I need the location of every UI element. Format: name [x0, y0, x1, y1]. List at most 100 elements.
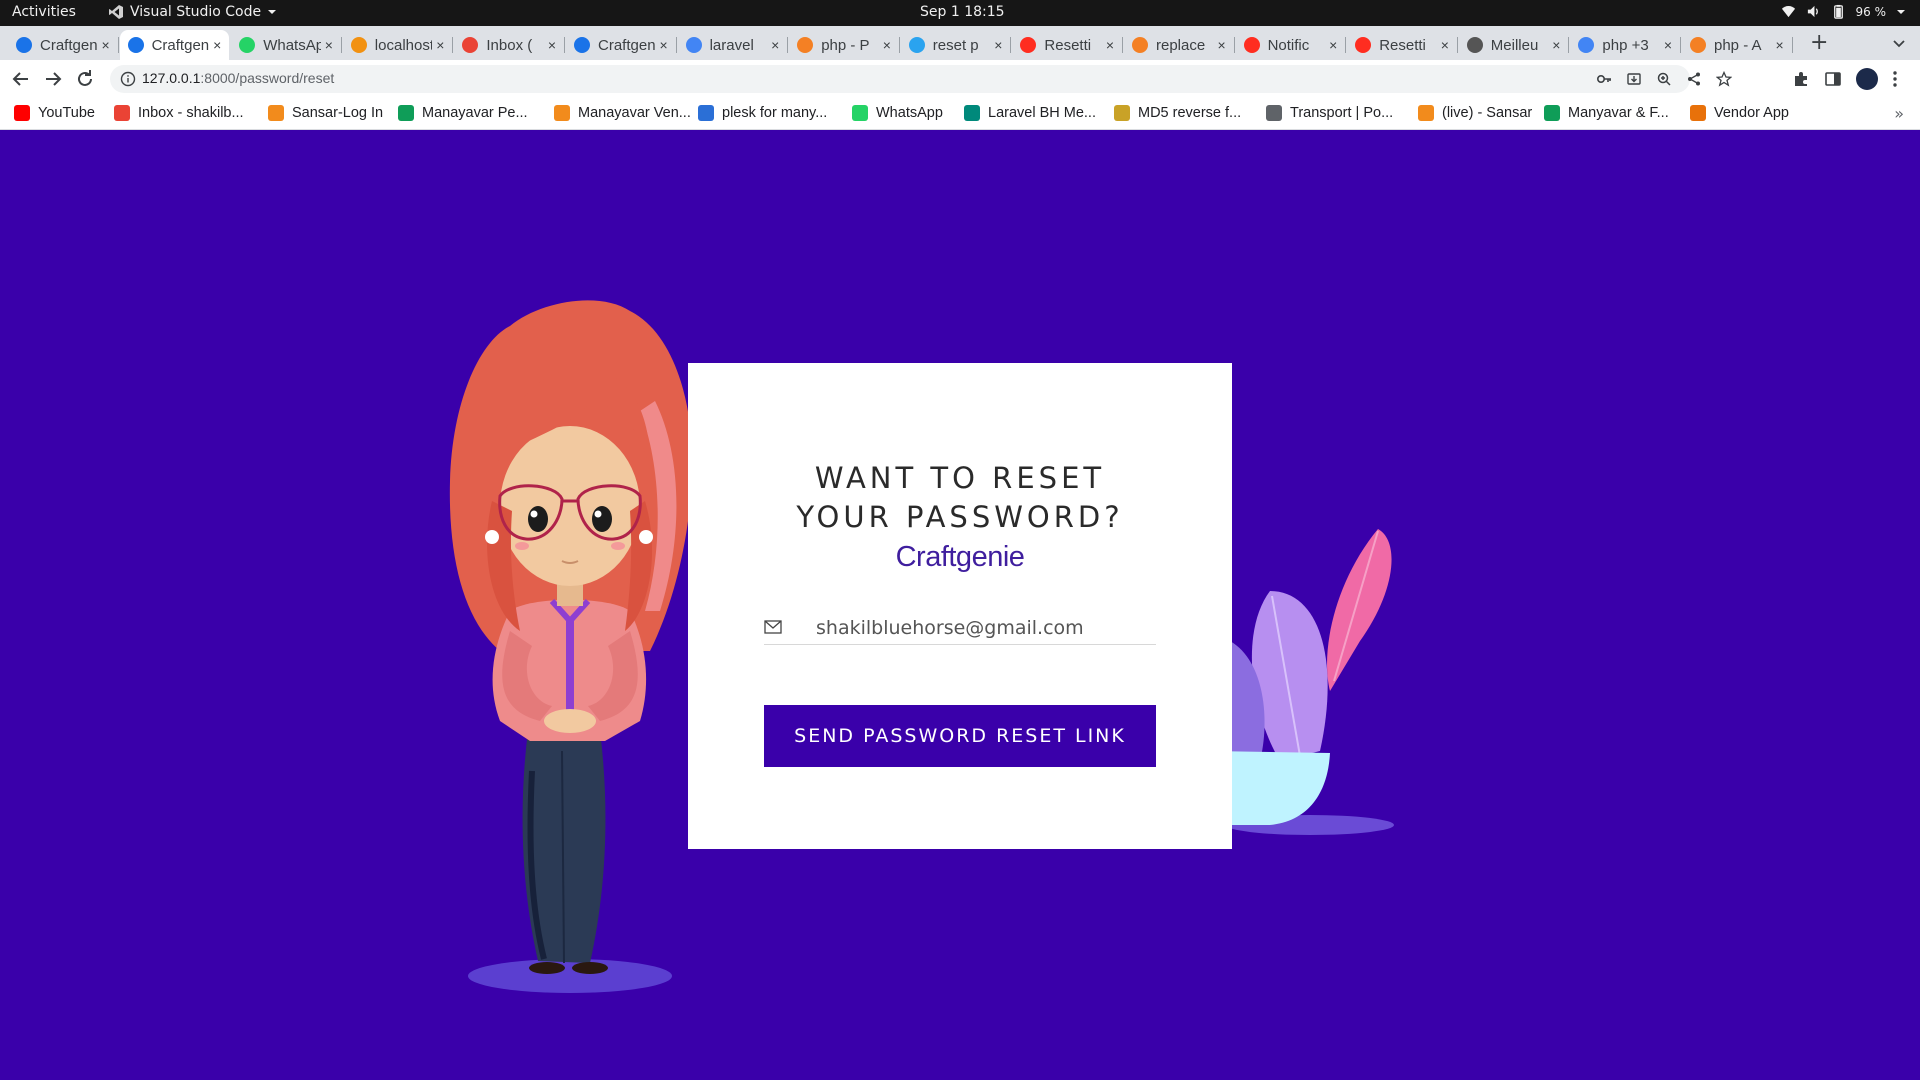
tab-1[interactable]: Craftgenie×: [8, 30, 119, 60]
bookmark-5[interactable]: Manayavar Ven...: [554, 105, 691, 121]
tab-close-icon[interactable]: ×: [1772, 37, 1788, 53]
tab-label: Meilleu: [1490, 36, 1539, 54]
bookmark-6[interactable]: plesk for many...: [698, 105, 827, 121]
google-icon: [685, 37, 702, 53]
bookmark-star-icon[interactable]: [1716, 71, 1732, 87]
url-host: 127.0.0.1: [142, 70, 201, 86]
send-reset-link-button[interactable]: SEND PASSWORD RESET LINK: [764, 705, 1156, 767]
meet-icon: [964, 105, 980, 121]
tab-close-icon[interactable]: ×: [98, 37, 114, 53]
page-viewport: WANT TO RESET YOUR PASSWORD? Craftgenie …: [0, 131, 1920, 1080]
tab-2[interactable]: Craftgenie×: [119, 30, 230, 60]
tab-close-icon[interactable]: ×: [1437, 37, 1453, 53]
install-app-icon[interactable]: [1626, 71, 1642, 87]
bookmark-10[interactable]: Transport | Po...: [1266, 105, 1393, 121]
profile-avatar[interactable]: [1856, 68, 1878, 90]
tab-label: Craftgenie: [151, 36, 210, 54]
back-icon[interactable]: [10, 68, 32, 90]
address-bar[interactable]: 127.0.0.1:8000/password/reset: [110, 65, 1732, 93]
title-line-2: YOUR PASSWORD?: [796, 500, 1124, 534]
tab-label: WhatsApp: [263, 36, 321, 54]
phpmyadmin-icon: [350, 37, 367, 53]
side-panel-icon[interactable]: [1824, 70, 1842, 88]
bookmark-1[interactable]: YouTube: [14, 105, 95, 121]
bookmark-2[interactable]: Inbox - shakilb...: [114, 105, 244, 121]
tab-separator: [452, 37, 454, 53]
bookmark-label: MD5 reverse f...: [1138, 105, 1242, 121]
tab-close-icon[interactable]: ×: [321, 37, 337, 53]
menu-kebab-icon[interactable]: [1892, 70, 1898, 88]
bookmark-8[interactable]: Laravel BH Me...: [964, 105, 1096, 121]
tab-label: reset p: [932, 36, 979, 54]
tab-8[interactable]: php - P ×: [789, 30, 900, 60]
tab-close-icon[interactable]: ×: [656, 37, 672, 53]
stackoverflow-icon: [1132, 37, 1148, 53]
tab-separator: [1791, 37, 1793, 53]
woman-illustration: [449, 300, 693, 993]
tab-strip: Craftgenie×Craftgenie×WhatsApp×localhost…: [0, 26, 1920, 60]
new-tab-button[interactable]: +: [1810, 30, 1828, 55]
tab-close-icon[interactable]: ×: [432, 37, 448, 53]
tab-close-icon[interactable]: ×: [1214, 37, 1230, 53]
extensions-icon[interactable]: [1792, 70, 1810, 88]
bookmark-9[interactable]: MD5 reverse f...: [1114, 105, 1241, 121]
clock[interactable]: Sep 1 18:15: [920, 4, 1005, 20]
tab-14[interactable]: Meilleu ×: [1459, 30, 1570, 60]
tab-close-icon[interactable]: ×: [209, 37, 225, 53]
youtube-icon: [14, 105, 30, 121]
bookmark-7[interactable]: WhatsApp: [852, 105, 943, 121]
browser-toolbar: 127.0.0.1:8000/password/reset: [0, 60, 1920, 98]
bookmark-4[interactable]: Manayavar Pe...: [398, 105, 528, 121]
tab-close-icon[interactable]: ×: [1325, 37, 1341, 53]
tab-close-icon[interactable]: ×: [767, 37, 783, 53]
tab-separator: [1456, 37, 1458, 53]
app-menu[interactable]: Visual Studio Code: [108, 4, 277, 20]
email-field[interactable]: [764, 615, 1156, 645]
tab-close-icon[interactable]: ×: [1548, 37, 1564, 53]
bookmark-12[interactable]: Manyavar & F...: [1544, 105, 1669, 121]
email-input[interactable]: [816, 615, 1146, 641]
forward-icon[interactable]: [42, 68, 64, 90]
tab-close-icon[interactable]: ×: [1660, 37, 1676, 53]
bookmark-label: Laravel BH Me...: [988, 105, 1096, 121]
system-tray[interactable]: 96 %: [1781, 4, 1907, 19]
tab-15[interactable]: php +3 ×: [1570, 30, 1681, 60]
tab-10[interactable]: Resetti ×: [1012, 30, 1123, 60]
bookmarks-overflow-icon[interactable]: »: [1894, 104, 1904, 123]
tab-close-icon[interactable]: ×: [1102, 37, 1118, 53]
site-icon: [1466, 37, 1483, 53]
activities-button[interactable]: Activities: [12, 4, 76, 20]
tab-separator: [563, 37, 565, 53]
bookmark-3[interactable]: Sansar-Log In: [268, 105, 383, 121]
tab-search-icon[interactable]: [1892, 36, 1906, 50]
tab-12[interactable]: Notific ×: [1236, 30, 1347, 60]
vscode-icon: [109, 5, 123, 19]
bookmark-11[interactable]: (live) - Sansar: [1418, 105, 1532, 121]
tab-7[interactable]: laravel ×: [678, 30, 789, 60]
zoom-icon[interactable]: [1656, 71, 1672, 87]
tab-close-icon[interactable]: ×: [544, 37, 560, 53]
bookmark-13[interactable]: Vendor App: [1690, 105, 1789, 121]
tab-9[interactable]: reset p ×: [901, 30, 1012, 60]
password-key-icon[interactable]: [1596, 71, 1612, 87]
tab-close-icon[interactable]: ×: [990, 37, 1006, 53]
tab-separator: [117, 37, 119, 53]
tab-separator: [340, 37, 342, 53]
tab-close-icon[interactable]: ×: [879, 37, 895, 53]
craftgenie-icon: [574, 37, 590, 53]
reload-icon[interactable]: [74, 68, 96, 90]
tab-3[interactable]: WhatsApp×: [231, 30, 342, 60]
url-text[interactable]: 127.0.0.1:8000/password/reset: [142, 70, 334, 86]
site-info-icon[interactable]: [120, 71, 136, 87]
tab-16[interactable]: php - A ×: [1682, 30, 1793, 60]
share-icon[interactable]: [1686, 71, 1702, 87]
tab-11[interactable]: replace ×: [1124, 30, 1235, 60]
laravel-icon: [1243, 37, 1260, 53]
plesk-icon: [698, 105, 714, 121]
envelope-icon: [764, 620, 782, 634]
tab-6[interactable]: Craftgenie×: [566, 30, 677, 60]
volume-icon: [1807, 5, 1818, 18]
tab-13[interactable]: Resetti ×: [1347, 30, 1458, 60]
tab-5[interactable]: Inbox (×: [454, 30, 565, 60]
tab-4[interactable]: localhost ×: [343, 30, 454, 60]
